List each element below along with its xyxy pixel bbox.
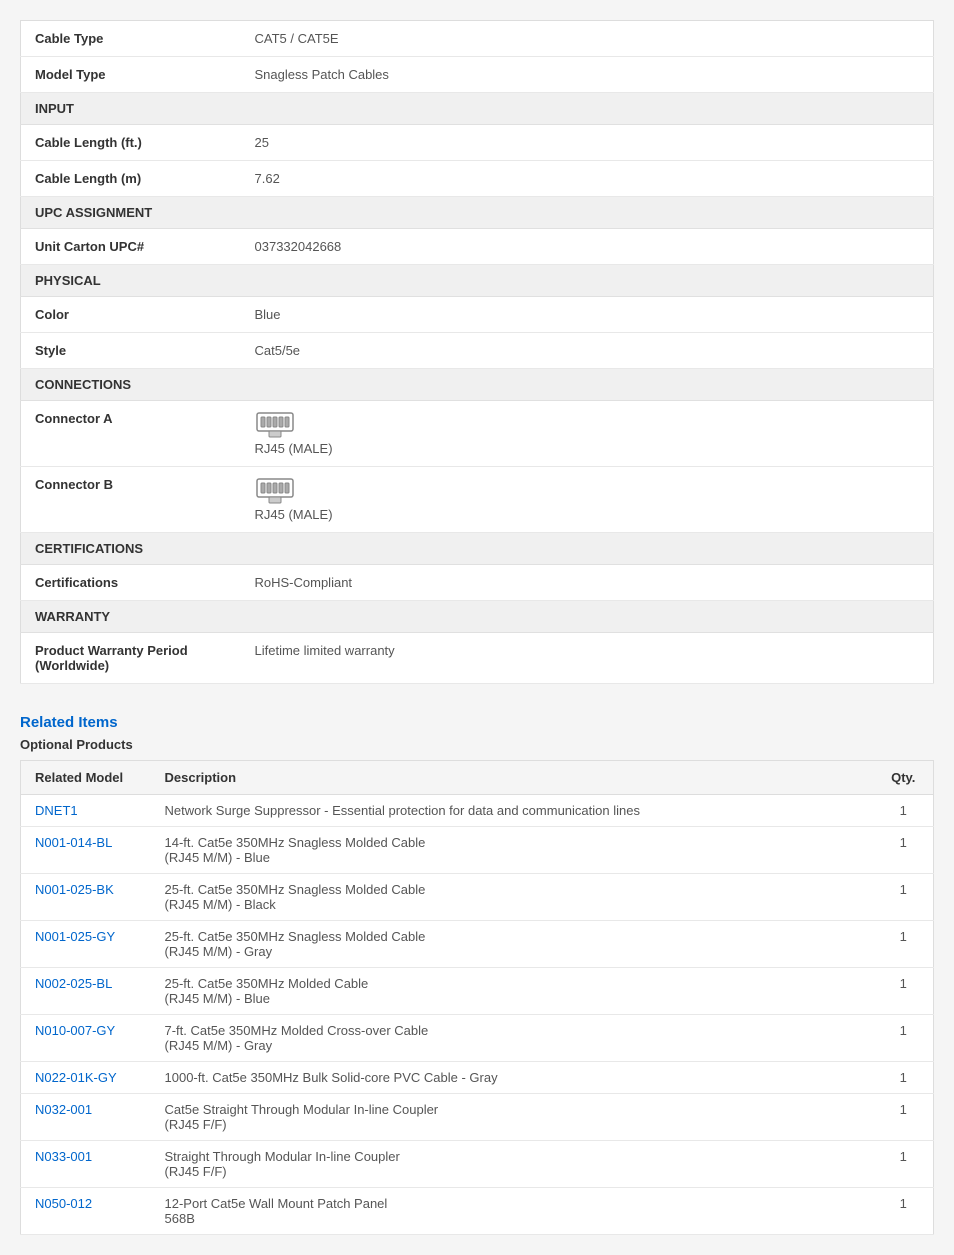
model-link[interactable]: N022-01K-GY xyxy=(35,1070,117,1085)
spec-label: Color xyxy=(21,297,241,333)
related-items-title: Related Items xyxy=(20,714,934,731)
spec-label: Connector A xyxy=(21,401,241,467)
table-row: N033-001 Straight Through Modular In-line… xyxy=(21,1141,934,1188)
related-desc: Straight Through Modular In-line Coupler… xyxy=(151,1141,874,1188)
related-desc: Network Surge Suppressor - Essential pro… xyxy=(151,795,874,827)
section-header: CONNECTIONS xyxy=(21,369,934,401)
model-link[interactable]: N050-012 xyxy=(35,1196,92,1211)
spec-value: 7.62 xyxy=(241,161,934,197)
spec-value: 25 xyxy=(241,125,934,161)
connector-label: RJ45 (MALE) xyxy=(255,507,333,522)
spec-value: Lifetime limited warranty xyxy=(241,633,934,684)
related-model[interactable]: DNET1 xyxy=(21,795,151,827)
related-table: Related Model Description Qty. DNET1 Netw… xyxy=(20,760,934,1235)
connector-label: RJ45 (MALE) xyxy=(255,441,333,456)
spec-label: Cable Length (m) xyxy=(21,161,241,197)
section-header: UPC ASSIGNMENT xyxy=(21,197,934,229)
related-qty: 1 xyxy=(874,921,934,968)
model-link[interactable]: N010-007-GY xyxy=(35,1023,115,1038)
related-desc: 1000-ft. Cat5e 350MHz Bulk Solid-core PV… xyxy=(151,1062,874,1094)
related-qty: 1 xyxy=(874,1188,934,1235)
col-header-desc: Description xyxy=(151,761,874,795)
related-model[interactable]: N022-01K-GY xyxy=(21,1062,151,1094)
related-desc: 12-Port Cat5e Wall Mount Patch Panel 568… xyxy=(151,1188,874,1235)
model-link[interactable]: N001-025-BK xyxy=(35,882,114,897)
table-row: N032-001 Cat5e Straight Through Modular I… xyxy=(21,1094,934,1141)
spec-value: RoHS-Compliant xyxy=(241,565,934,601)
rj45-icon xyxy=(255,411,920,439)
table-row: N002-025-BL 25-ft. Cat5e 350MHz Molded Ca… xyxy=(21,968,934,1015)
model-link[interactable]: N002-025-BL xyxy=(35,976,112,991)
spec-value: Blue xyxy=(241,297,934,333)
table-row: N010-007-GY 7-ft. Cat5e 350MHz Molded Cro… xyxy=(21,1015,934,1062)
related-qty: 1 xyxy=(874,795,934,827)
related-model[interactable]: N001-014-BL xyxy=(21,827,151,874)
related-qty: 1 xyxy=(874,1094,934,1141)
related-model[interactable]: N001-025-BK xyxy=(21,874,151,921)
related-model[interactable]: N050-012 xyxy=(21,1188,151,1235)
spec-value: 037332042668 xyxy=(241,229,934,265)
model-link[interactable]: DNET1 xyxy=(35,803,78,818)
related-qty: 1 xyxy=(874,1015,934,1062)
table-row: N001-025-BK 25-ft. Cat5e 350MHz Snagless … xyxy=(21,874,934,921)
table-row: DNET1 Network Surge Suppressor - Essentia… xyxy=(21,795,934,827)
section-header: CERTIFICATIONS xyxy=(21,533,934,565)
spec-value: Cat5/5e xyxy=(241,333,934,369)
related-desc: 25-ft. Cat5e 350MHz Snagless Molded Cabl… xyxy=(151,874,874,921)
table-row: N001-025-GY 25-ft. Cat5e 350MHz Snagless … xyxy=(21,921,934,968)
related-desc: Cat5e Straight Through Modular In-line C… xyxy=(151,1094,874,1141)
related-desc: 14-ft. Cat5e 350MHz Snagless Molded Cabl… xyxy=(151,827,874,874)
spec-label: Unit Carton UPC# xyxy=(21,229,241,265)
spec-label: Certifications xyxy=(21,565,241,601)
spec-label: Connector B xyxy=(21,467,241,533)
rj45-icon xyxy=(255,477,920,505)
related-qty: 1 xyxy=(874,874,934,921)
model-link[interactable]: N032-001 xyxy=(35,1102,92,1117)
related-model[interactable]: N032-001 xyxy=(21,1094,151,1141)
section-header: WARRANTY xyxy=(21,601,934,633)
related-qty: 1 xyxy=(874,968,934,1015)
spec-label: Cable Length (ft.) xyxy=(21,125,241,161)
spec-label: Style xyxy=(21,333,241,369)
related-desc: 7-ft. Cat5e 350MHz Molded Cross-over Cab… xyxy=(151,1015,874,1062)
related-model[interactable]: N002-025-BL xyxy=(21,968,151,1015)
related-desc: 25-ft. Cat5e 350MHz Molded Cable (RJ45 M… xyxy=(151,968,874,1015)
table-row: N022-01K-GY 1000-ft. Cat5e 350MHz Bulk So… xyxy=(21,1062,934,1094)
related-model[interactable]: N010-007-GY xyxy=(21,1015,151,1062)
related-model[interactable]: N033-001 xyxy=(21,1141,151,1188)
col-header-model: Related Model xyxy=(21,761,151,795)
connector-value: RJ45 (MALE) xyxy=(241,467,934,533)
spec-label: Model Type xyxy=(21,57,241,93)
related-desc: 25-ft. Cat5e 350MHz Snagless Molded Cabl… xyxy=(151,921,874,968)
related-qty: 1 xyxy=(874,1141,934,1188)
table-row: N050-012 12-Port Cat5e Wall Mount Patch P… xyxy=(21,1188,934,1235)
specs-table: Cable TypeCAT5 / CAT5EModel TypeSnagless… xyxy=(20,20,934,684)
spec-label: Product Warranty Period (Worldwide) xyxy=(21,633,241,684)
spec-value: Snagless Patch Cables xyxy=(241,57,934,93)
spec-value: CAT5 / CAT5E xyxy=(241,21,934,57)
table-row: N001-014-BL 14-ft. Cat5e 350MHz Snagless … xyxy=(21,827,934,874)
optional-products-label: Optional Products xyxy=(20,737,934,752)
model-link[interactable]: N033-001 xyxy=(35,1149,92,1164)
col-header-qty: Qty. xyxy=(874,761,934,795)
related-items-section: Related Items Optional Products Related … xyxy=(20,714,934,1235)
related-model[interactable]: N001-025-GY xyxy=(21,921,151,968)
connector-value: RJ45 (MALE) xyxy=(241,401,934,467)
model-link[interactable]: N001-014-BL xyxy=(35,835,112,850)
related-qty: 1 xyxy=(874,827,934,874)
section-header: INPUT xyxy=(21,93,934,125)
related-qty: 1 xyxy=(874,1062,934,1094)
section-header: PHYSICAL xyxy=(21,265,934,297)
spec-label: Cable Type xyxy=(21,21,241,57)
model-link[interactable]: N001-025-GY xyxy=(35,929,115,944)
